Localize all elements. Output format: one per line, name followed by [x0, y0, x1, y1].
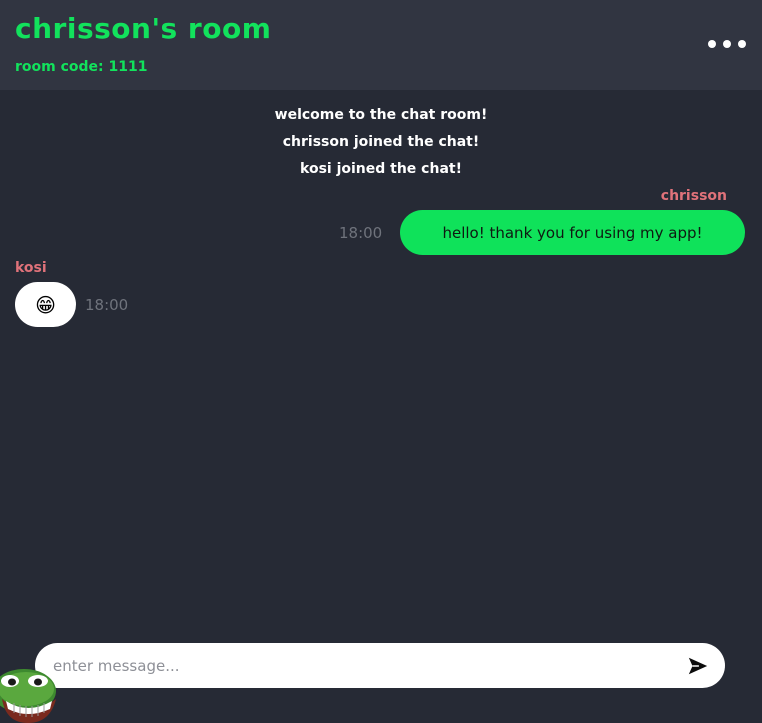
- system-message: kosi joined the chat!: [300, 161, 462, 177]
- pepe-grin-sticker-icon: [0, 669, 56, 723]
- own-message-bubble: hello! thank you for using my app!: [400, 210, 745, 255]
- room-code: room code: 1111: [15, 59, 148, 75]
- message-timestamp: 18:00: [85, 296, 129, 314]
- message-sender-name: chrisson: [660, 188, 727, 204]
- grinning-emoji: 😁: [35, 292, 56, 317]
- message-composer: [35, 643, 725, 688]
- more-horizontal-icon-dot: [723, 40, 731, 48]
- more-horizontal-icon: [708, 40, 716, 48]
- message-sender-name: kosi: [15, 260, 47, 276]
- more-menu-button[interactable]: [708, 34, 746, 54]
- message-timestamp: 18:00: [339, 224, 383, 242]
- message-input[interactable]: [53, 643, 663, 688]
- send-button[interactable]: [687, 655, 709, 677]
- system-message: welcome to the chat room!: [274, 107, 488, 123]
- room-title: chrisson's room: [15, 12, 272, 45]
- system-message: chrisson joined the chat!: [282, 134, 480, 150]
- more-horizontal-icon-dot: [738, 40, 746, 48]
- chat-app: chrisson's room room code: 1111 welcome …: [0, 0, 762, 723]
- room-header: chrisson's room room code: 1111: [0, 0, 762, 90]
- send-icon: [688, 657, 708, 675]
- other-message-bubble: 😁: [15, 282, 76, 327]
